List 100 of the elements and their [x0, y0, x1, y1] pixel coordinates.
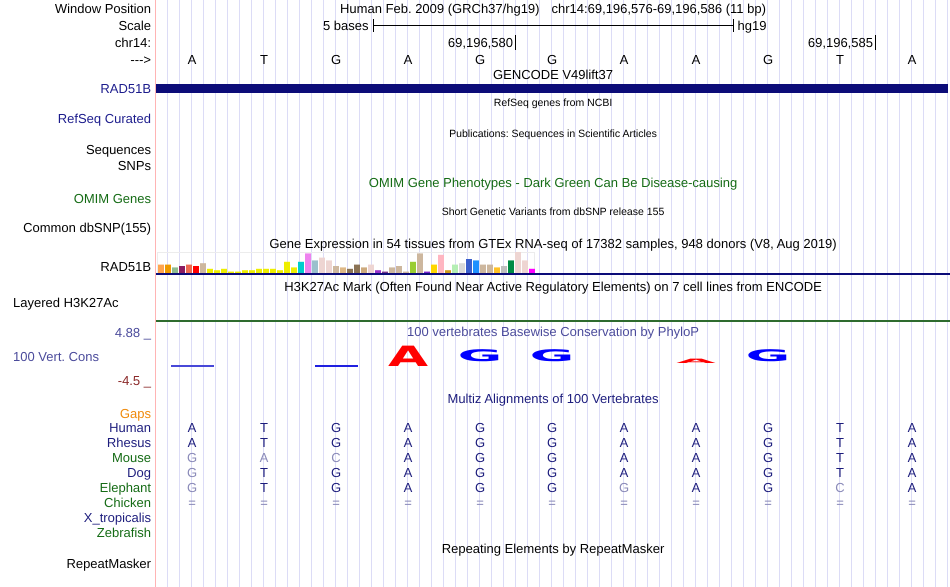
species-label[interactable]: Zebrafish: [96, 525, 151, 540]
aligned-base: G: [546, 480, 558, 495]
sequence-base: T: [836, 52, 844, 67]
position-text: chr14:69,196,576-69,196,586 (11 bp): [552, 1, 766, 16]
aligned-base: =: [332, 495, 340, 510]
aligned-base: G: [762, 420, 774, 435]
aligned-base: =: [764, 495, 772, 510]
aligned-base: G: [474, 420, 486, 435]
aligned-base: T: [836, 435, 844, 450]
sequence-base: A: [908, 52, 916, 67]
aligned-base: G: [330, 465, 342, 480]
logo-letter: G: [458, 346, 502, 365]
aligned-base: =: [476, 495, 484, 510]
track-title: OMIM Gene Phenotypes - Dark Green Can Be Disease-causing: [368, 174, 738, 190]
aligned-base: A: [908, 435, 916, 450]
position-tick: 69,196,580: [448, 35, 516, 50]
aligned-base: G: [762, 465, 774, 480]
aligned-base: G: [762, 450, 774, 465]
sequence-base: G: [474, 52, 486, 67]
aligned-base: A: [908, 465, 916, 480]
aligned-base: A: [404, 435, 412, 450]
aligned-base: G: [186, 450, 198, 465]
track-title: Gene Expression in 54 tissues from GTEx RNA-seq of 17382 samples, 948 donors (V8, Aug 2019): [269, 236, 837, 251]
sequence-base: A: [404, 52, 412, 67]
assembly-title: Human Feb. 2009 (GRCh37/hg19): [340, 1, 540, 16]
aligned-base: A: [908, 480, 916, 495]
track-label[interactable]: SNPs: [118, 158, 151, 172]
aligned-base: G: [474, 450, 486, 465]
aligned-base: A: [692, 465, 700, 480]
aligned-base: A: [404, 480, 412, 495]
position-tick: 69,196,585: [808, 35, 876, 50]
track-label[interactable]: RefSeq Curated: [58, 110, 151, 126]
aligned-base: C: [331, 450, 341, 465]
track-label[interactable]: Layered H3K27Ac: [13, 295, 119, 310]
logo-letter: G: [746, 346, 790, 365]
aligned-base: T: [260, 420, 268, 435]
track-title: 100 vertebrates Basewise Conservation by PhyloP: [407, 324, 699, 339]
sequence-base: G: [330, 52, 342, 67]
aligned-base: A: [692, 435, 700, 450]
aligned-base: A: [188, 420, 196, 435]
track-label[interactable]: RepeatMasker: [66, 556, 151, 571]
species-label[interactable]: Dog: [127, 465, 151, 480]
aligned-base: A: [620, 435, 628, 450]
aligned-base: =: [404, 495, 412, 510]
aligned-base: A: [908, 450, 916, 465]
aligned-base: A: [908, 420, 916, 435]
species-label[interactable]: Rhesus: [106, 435, 151, 450]
aligned-base: A: [404, 450, 412, 465]
aligned-base: G: [762, 480, 774, 495]
species-label[interactable]: X_tropicalis: [84, 510, 151, 525]
aligned-base: T: [836, 465, 844, 480]
track-title: Repeating Elements by RepeatMasker: [442, 540, 664, 556]
track-label[interactable]: OMIM Genes: [74, 190, 151, 206]
track-label: --->: [130, 52, 151, 67]
track-label[interactable]: RAD51B: [100, 80, 151, 96]
aligned-base: =: [836, 495, 844, 510]
track-label[interactable]: 100 Vert. Cons: [13, 348, 99, 364]
aligned-base: G: [546, 435, 558, 450]
species-label[interactable]: Human: [109, 420, 151, 435]
aligned-base: =: [548, 495, 556, 510]
track-label[interactable]: Sequences: [86, 142, 151, 157]
track-label: Scale: [118, 18, 151, 33]
aligned-base: T: [260, 465, 268, 480]
track-title: GENCODE V49lift37: [493, 66, 613, 82]
aligned-base: T: [836, 420, 844, 435]
aligned-base: A: [692, 450, 700, 465]
sequence-base: G: [762, 52, 774, 67]
sequence-base: T: [260, 52, 268, 67]
track-label[interactable]: RAD51B: [100, 259, 151, 274]
aligned-base: G: [546, 420, 558, 435]
aligned-base: T: [260, 480, 268, 495]
species-label[interactable]: Mouse: [112, 450, 151, 465]
scale-assembly: hg19: [738, 18, 768, 33]
scale-length: 5 bases: [322, 18, 368, 33]
sequence-base: A: [620, 52, 628, 67]
aligned-base: A: [404, 420, 412, 435]
aligned-base: =: [620, 495, 628, 510]
aligned-base: G: [546, 450, 558, 465]
gene-bar[interactable]: [156, 84, 948, 92]
aligned-base: =: [692, 495, 700, 510]
sequence-base: A: [188, 52, 196, 67]
aligned-base: =: [908, 495, 916, 510]
species-label[interactable]: Chicken: [104, 495, 151, 510]
axis-min-label: -4.5 _: [118, 372, 151, 388]
track-label: chr14:: [114, 35, 151, 50]
aligned-base: G: [762, 435, 774, 450]
track-label: Window Position: [54, 1, 151, 16]
track-title: H3K27Ac Mark (Often Found Near Active Regulatory Elements) on 7 cell lines from ENCODE: [284, 279, 822, 294]
aligned-base: G: [330, 480, 342, 495]
aligned-base: A: [404, 465, 412, 480]
species-label[interactable]: Elephant: [100, 480, 151, 495]
aligned-base: G: [330, 420, 342, 435]
sequence-base: G: [546, 52, 558, 67]
logo-letter: G: [530, 346, 574, 365]
sequence-base: A: [692, 52, 700, 67]
aligned-base: A: [620, 465, 628, 480]
aligned-base: G: [474, 435, 486, 450]
track-label[interactable]: Common dbSNP(155): [23, 220, 151, 235]
aligned-base: A: [692, 420, 700, 435]
track-title: Short Genetic Variants from dbSNP release 155: [442, 205, 664, 220]
